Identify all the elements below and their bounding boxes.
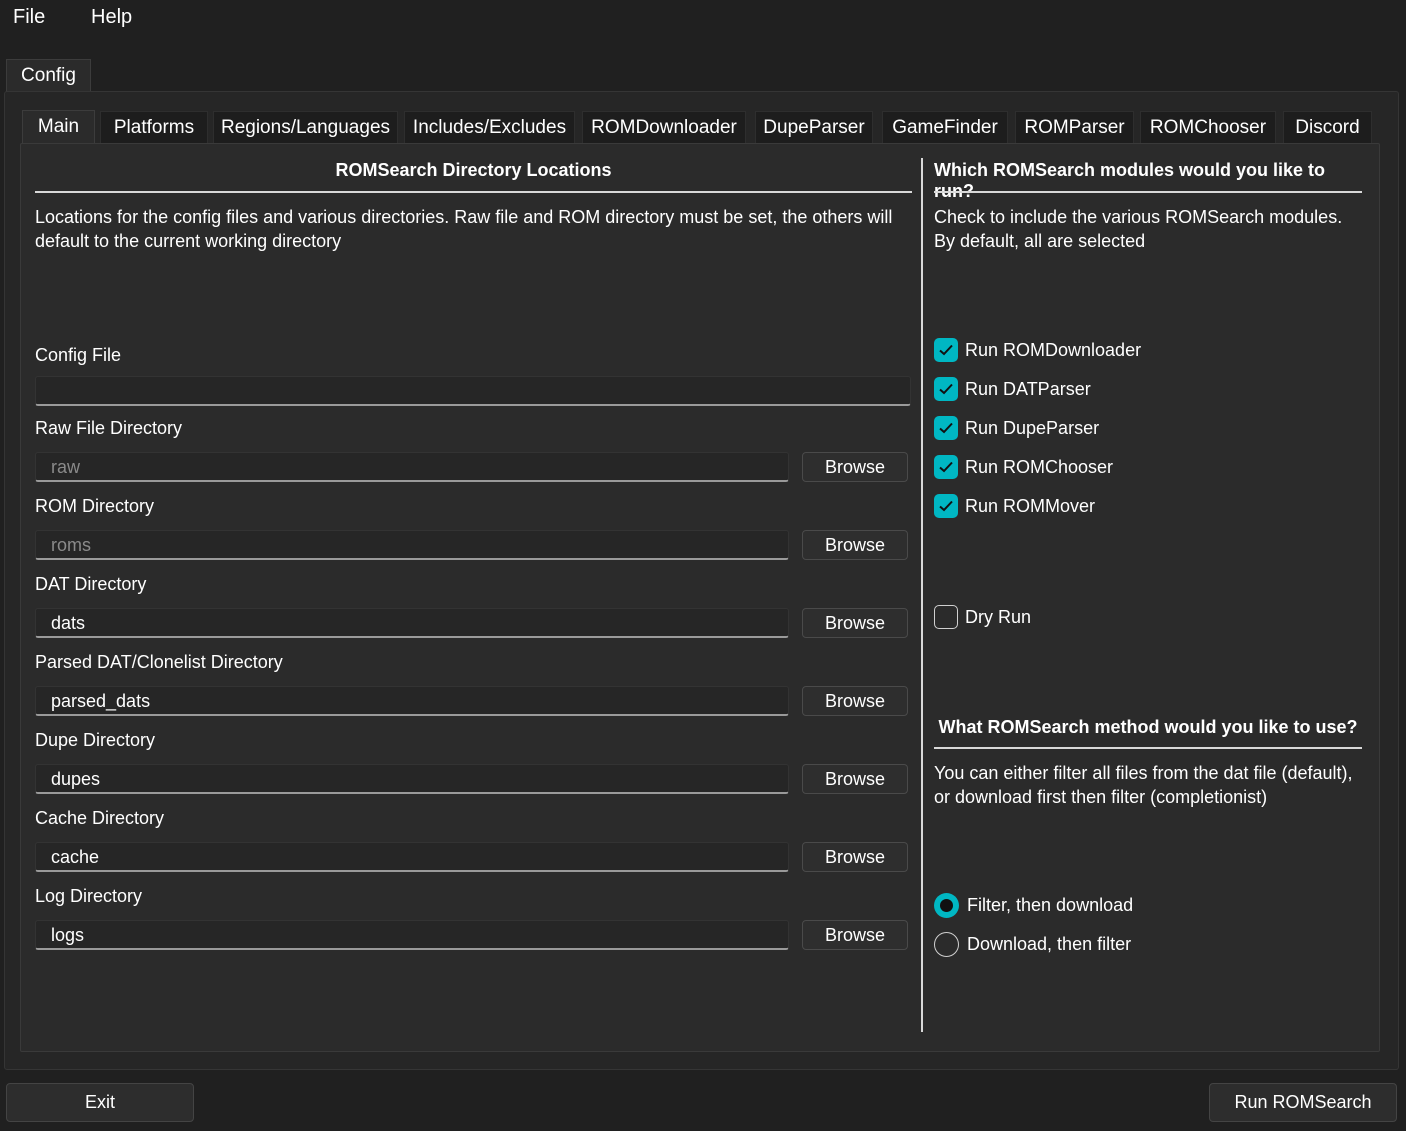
- cache-directory-input[interactable]: cache: [35, 842, 789, 872]
- dupe-directory-input[interactable]: dupes: [35, 764, 789, 794]
- parsed-dat-directory-input[interactable]: parsed_dats: [35, 686, 789, 716]
- tab-config[interactable]: Config: [6, 59, 91, 92]
- left-heading-divider: [35, 191, 912, 193]
- run-romdownloader-label: Run ROMDownloader: [965, 340, 1142, 360]
- dupe-directory-label: Dupe Directory: [35, 730, 156, 750]
- checkmark-icon: [934, 377, 958, 401]
- run-rommover-label: Run ROMMover: [965, 496, 1096, 516]
- parsed-dat-directory-browse-button[interactable]: Browse: [802, 686, 908, 716]
- raw-file-directory-input[interactable]: raw: [35, 452, 789, 482]
- tab-romparser[interactable]: ROMParser: [1015, 111, 1134, 143]
- menu-bar: File Help: [0, 0, 1406, 36]
- checkmark-icon: [934, 416, 958, 440]
- cache-directory-label: Cache Directory: [35, 808, 165, 828]
- method-description: You can either filter all files from the…: [934, 763, 1353, 807]
- modules-heading: Which ROMSearch modules would you like t…: [934, 160, 1326, 201]
- empty-checkbox-icon: [934, 605, 958, 629]
- method-heading: What ROMSearch method would you like to …: [938, 717, 1358, 737]
- checkmark-icon: [934, 455, 958, 479]
- tab-romdownloader[interactable]: ROMDownloader: [582, 111, 746, 143]
- checkmark-icon: [934, 494, 958, 518]
- exit-button[interactable]: Exit: [6, 1083, 194, 1122]
- tab-romchooser[interactable]: ROMChooser: [1140, 111, 1276, 143]
- directory-description: Locations for the config files and vario…: [35, 207, 893, 251]
- tab-platforms[interactable]: Platforms: [100, 111, 208, 143]
- modules-heading-divider: [934, 191, 1362, 193]
- run-dupeparser-label: Run DupeParser: [965, 418, 1100, 438]
- tab-includes-excludes[interactable]: Includes/Excludes: [404, 111, 575, 143]
- rom-directory-label: ROM Directory: [35, 496, 155, 516]
- dat-directory-browse-button[interactable]: Browse: [802, 608, 908, 638]
- dat-directory-label: DAT Directory: [35, 574, 147, 594]
- tab-dupeparser[interactable]: DupeParser: [755, 111, 873, 143]
- log-directory-label: Log Directory: [35, 886, 143, 906]
- tab-gamefinder[interactable]: GameFinder: [882, 111, 1008, 143]
- method-heading-divider: [934, 747, 1362, 749]
- tab-discord[interactable]: Discord: [1283, 111, 1372, 143]
- radio-selected-icon: [934, 893, 959, 918]
- parsed-dat-directory-label: Parsed DAT/Clonelist Directory: [35, 652, 283, 672]
- run-datparser-label: Run DATParser: [965, 379, 1091, 399]
- raw-file-browse-button[interactable]: Browse: [802, 452, 908, 482]
- download-then-filter-label: Download, then filter: [967, 934, 1132, 954]
- filter-then-download-label: Filter, then download: [967, 895, 1134, 915]
- tab-regions-languages[interactable]: Regions/Languages: [213, 111, 398, 143]
- checkmark-icon: [934, 338, 958, 362]
- dat-directory-input[interactable]: dats: [35, 608, 789, 638]
- rom-directory-input[interactable]: roms: [35, 530, 789, 560]
- run-romsearch-button[interactable]: Run ROMSearch: [1209, 1083, 1397, 1122]
- menu-help[interactable]: Help: [91, 6, 132, 29]
- radio-unselected-icon: [934, 932, 959, 957]
- main-panel: [20, 143, 1380, 1052]
- dupe-directory-browse-button[interactable]: Browse: [802, 764, 908, 794]
- raw-file-directory-label: Raw File Directory: [35, 418, 183, 438]
- config-file-label: Config File: [35, 345, 122, 365]
- menu-file[interactable]: File: [13, 6, 45, 29]
- log-directory-input[interactable]: logs: [35, 920, 789, 950]
- rom-directory-browse-button[interactable]: Browse: [802, 530, 908, 560]
- directory-locations-heading: ROMSearch Directory Locations: [335, 160, 612, 180]
- config-file-input[interactable]: [35, 376, 911, 406]
- modules-description: Check to include the various ROMSearch m…: [934, 207, 1343, 251]
- log-directory-browse-button[interactable]: Browse: [802, 920, 908, 950]
- cache-directory-browse-button[interactable]: Browse: [802, 842, 908, 872]
- tab-main[interactable]: Main: [22, 110, 95, 143]
- dry-run-label: Dry Run: [965, 607, 1032, 627]
- run-romchooser-label: Run ROMChooser: [965, 457, 1114, 477]
- column-divider: [921, 158, 923, 1032]
